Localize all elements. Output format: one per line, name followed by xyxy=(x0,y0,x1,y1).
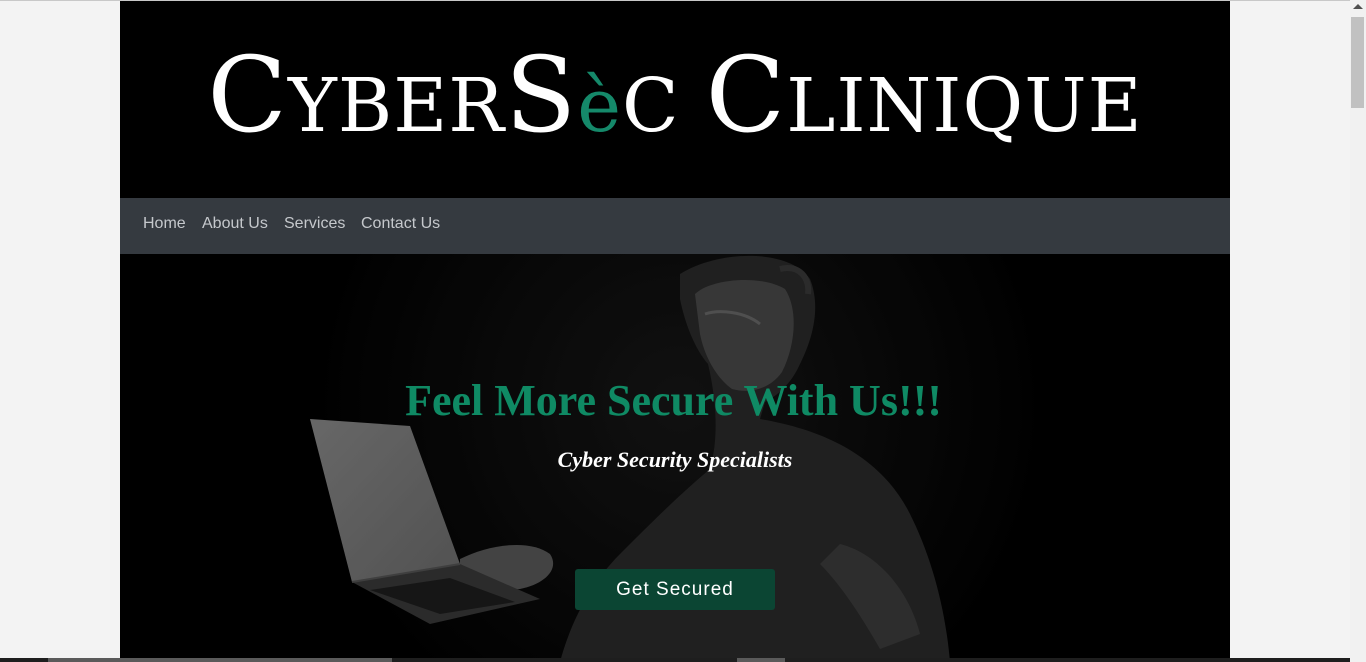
site-logo[interactable]: CYBERSèC CLINIQUE xyxy=(120,35,1230,166)
logo-text: YBER xyxy=(287,63,505,149)
logo-letter: S xyxy=(504,34,578,156)
horizontal-scrollbar-segment xyxy=(737,658,785,662)
hero-subtitle: Cyber Security Specialists xyxy=(557,447,793,472)
vertical-scrollbar-thumb[interactable] xyxy=(1351,17,1364,108)
hero-title: Feel More Secure With Us!!! xyxy=(405,376,942,425)
nav-link-contact-us[interactable]: Contact Us xyxy=(361,215,440,233)
logo-text: LINIQUE xyxy=(786,63,1143,149)
site-container: CYBERSèC CLINIQUE Home About Us Services … xyxy=(120,1,1230,662)
nav-link-about-us[interactable]: About Us xyxy=(202,215,268,233)
hero-section: Feel More Secure With Us!!! Cyber Securi… xyxy=(120,254,1230,662)
get-secured-button[interactable]: Get Secured xyxy=(575,569,775,610)
logo-letter: C xyxy=(705,34,787,156)
logo-text: C xyxy=(621,63,680,149)
main-navigation: Home About Us Services Contact Us xyxy=(120,198,1230,254)
horizontal-scrollbar-thumb[interactable] xyxy=(48,658,392,662)
nav-link-home[interactable]: Home xyxy=(143,215,186,233)
scroll-up-arrow-icon[interactable] xyxy=(1353,4,1363,9)
nav-link-services[interactable]: Services xyxy=(284,215,345,233)
logo-letter: C xyxy=(207,34,288,156)
site-header: CYBERSèC CLINIQUE xyxy=(120,1,1230,198)
logo-accent-letter: è xyxy=(577,63,622,149)
